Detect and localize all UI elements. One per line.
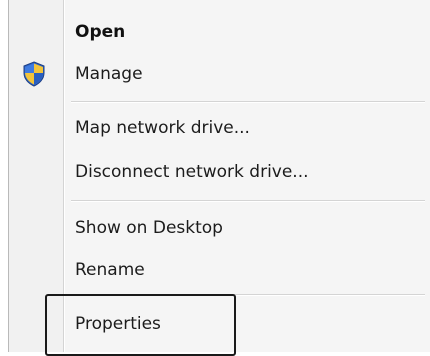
menu-item-label: Manage xyxy=(75,64,143,84)
menu-item-show-on-desktop[interactable]: Show on Desktop xyxy=(9,208,430,248)
menu-item-rename[interactable]: Rename xyxy=(9,250,430,290)
menu-separator xyxy=(71,200,425,202)
menu-item-manage[interactable]: Manage xyxy=(9,54,430,94)
menu-item-label: Open xyxy=(75,22,126,42)
menu-item-label: Show on Desktop xyxy=(75,218,223,238)
menu-item-label: Map network drive... xyxy=(75,118,250,138)
menu-separator xyxy=(71,101,425,103)
uac-shield-icon xyxy=(21,61,47,87)
menu-item-label: Disconnect network drive... xyxy=(75,162,309,182)
menu-item-label: Rename xyxy=(75,260,145,280)
menu-item-map-network-drive[interactable]: Map network drive... xyxy=(9,108,430,148)
context-menu: Open Manage Map network drive... Disconn… xyxy=(8,0,430,356)
menu-item-open[interactable]: Open xyxy=(9,12,430,52)
properties-highlight-outline xyxy=(45,294,236,356)
menu-item-disconnect-network-drive[interactable]: Disconnect network drive... xyxy=(9,152,430,192)
